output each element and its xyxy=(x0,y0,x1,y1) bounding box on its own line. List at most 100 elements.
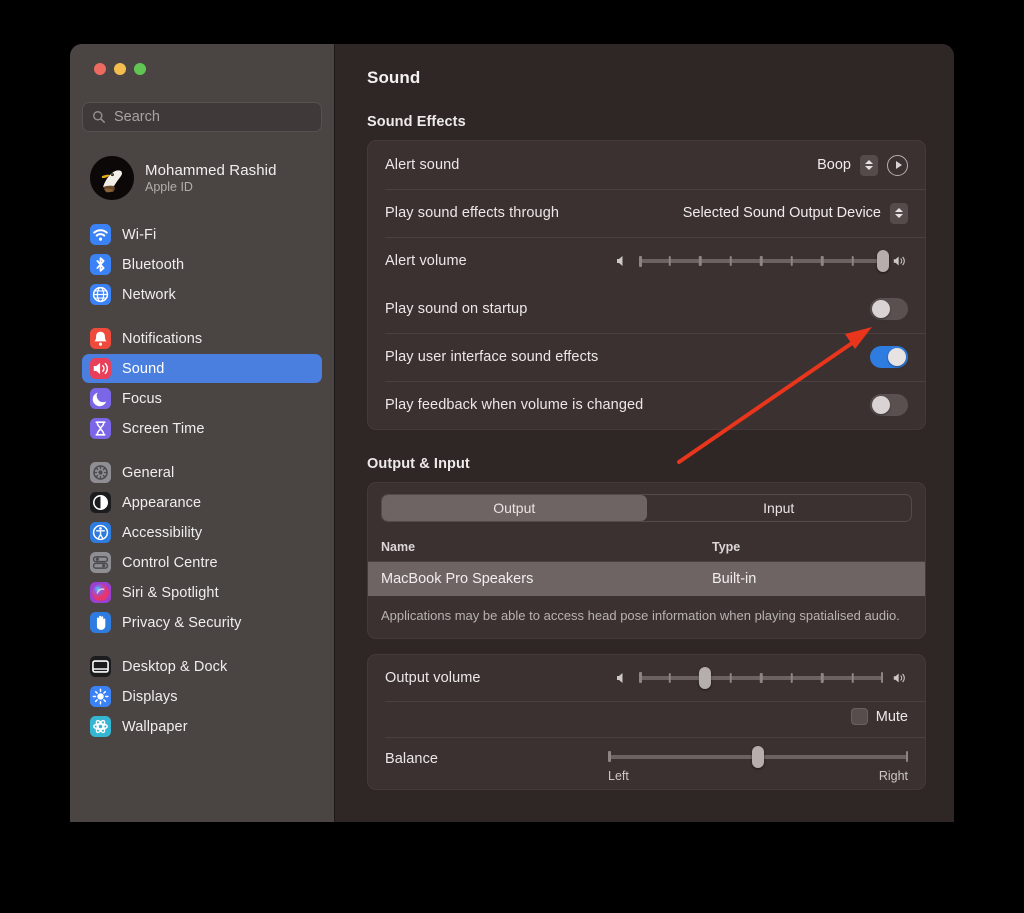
output-controls-card: Output volume Mute Balance Left Right xyxy=(367,653,926,790)
zoom-window-button[interactable] xyxy=(134,63,146,75)
row-control xyxy=(870,394,908,416)
sidebar-nav: Wi-Fi Bluetooth Network Notifications Sound F… xyxy=(82,220,322,741)
device-table-header: Name Type xyxy=(368,531,925,562)
toggle-knob xyxy=(872,300,890,318)
sidebar-item-label: Control Centre xyxy=(122,554,218,571)
sidebar-item-focus[interactable]: Focus xyxy=(82,384,322,413)
alert-sound-popup-button[interactable] xyxy=(860,154,878,176)
sidebar-item-label: Sound xyxy=(122,360,165,377)
sidebar-item-desktop-dock[interactable]: Desktop & Dock xyxy=(82,652,322,681)
alert-volume-slider[interactable] xyxy=(639,250,889,272)
sidebar-item-accessibility[interactable]: Accessibility xyxy=(82,518,322,547)
slider-tick xyxy=(759,672,763,683)
mute-label: Mute xyxy=(875,708,908,725)
sidebar-item-sound[interactable]: Sound xyxy=(82,354,322,383)
slider-cap-left xyxy=(639,672,642,684)
play-feedback-when-volume-is-changed-row: Play feedback when volume is changed xyxy=(368,381,925,429)
row-control xyxy=(870,346,908,368)
profile-subtitle: Apple ID xyxy=(145,180,193,194)
output-volume-slider[interactable] xyxy=(639,666,883,689)
sidebar-item-appearance[interactable]: Appearance xyxy=(82,488,322,517)
sidebar-group-2: General Appearance Accessibility Control Ce… xyxy=(82,458,322,637)
output-volume-row: Output volume xyxy=(368,655,925,701)
balance-left-label: Left xyxy=(608,768,629,783)
search-placeholder: Search xyxy=(114,109,160,125)
output-volume-label: Output volume xyxy=(385,669,481,686)
balance-right-label: Right xyxy=(878,768,908,783)
close-window-button[interactable] xyxy=(94,63,106,75)
search-field[interactable]: Search xyxy=(82,102,322,132)
sidebar-item-label: General xyxy=(122,464,175,481)
minimize-window-button[interactable] xyxy=(114,63,126,75)
sound-effects-heading: Sound Effects xyxy=(367,114,466,130)
sidebar-item-displays[interactable]: Displays xyxy=(82,682,322,711)
spatial-audio-note: Applications may be able to access head … xyxy=(381,608,900,623)
bluetooth-icon xyxy=(90,254,111,275)
sidebar-group-0: Wi-Fi Bluetooth Network xyxy=(82,220,322,309)
slider-tick xyxy=(729,672,732,683)
sidebar-item-network[interactable]: Network xyxy=(82,280,322,309)
sidebar-item-screen-time[interactable]: Screen Time xyxy=(82,414,322,443)
play-feedback-when-volume-is-changed-toggle[interactable] xyxy=(870,394,908,416)
apple-id-profile-item[interactable]: Mohammed Rashid Apple ID xyxy=(82,149,322,207)
sidebar-item-control-centre[interactable]: Control Centre xyxy=(82,548,322,577)
balance-slider[interactable] xyxy=(608,745,908,768)
play-user-interface-sound-effects-toggle[interactable] xyxy=(870,346,908,368)
desktop-dock-icon xyxy=(90,656,111,677)
mute-checkbox[interactable] xyxy=(850,708,868,726)
slider-tick xyxy=(668,672,671,683)
play-sound-on-startup-label: Play sound on startup xyxy=(385,301,528,317)
play-alert-sound-button[interactable] xyxy=(887,154,908,176)
chevron-up-icon xyxy=(865,160,873,164)
sidebar-item-label: Desktop & Dock xyxy=(122,658,228,675)
play-sound-on-startup-row: Play sound on startup xyxy=(368,285,925,333)
sidebar-group-1: Notifications Sound Focus Screen Time xyxy=(82,324,322,443)
slider-thumb[interactable] xyxy=(877,250,889,272)
sidebar-item-privacy-security[interactable]: Privacy & Security xyxy=(82,608,322,637)
tab-input[interactable]: Input xyxy=(647,495,912,521)
balance-row: Balance Left Right xyxy=(368,736,925,789)
slider-tick xyxy=(851,256,854,266)
toggle-knob xyxy=(888,348,906,366)
brightness-icon xyxy=(90,686,111,707)
row-control xyxy=(870,298,908,320)
device-name: MacBook Pro Speakers xyxy=(381,571,534,587)
play-through-row: Play sound effects through Selected Soun… xyxy=(368,189,925,237)
profile-name: Mohammed Rashid xyxy=(145,162,277,179)
window-traffic-lights xyxy=(82,44,322,75)
mute-row: Mute xyxy=(368,700,925,737)
slider-tick xyxy=(790,672,793,683)
play-sound-on-startup-toggle[interactable] xyxy=(870,298,908,320)
toggle-knob xyxy=(872,396,890,414)
device-type: Built-in xyxy=(712,571,757,587)
alert-volume-row: Alert volume xyxy=(368,237,925,285)
sidebar-item-label: Wi-Fi xyxy=(122,226,157,243)
table-row[interactable]: MacBook Pro Speakers Built-in xyxy=(368,562,925,596)
slider-tick xyxy=(820,256,824,266)
bell-icon xyxy=(90,328,111,349)
chevron-down-icon xyxy=(865,166,873,170)
slider-thumb[interactable] xyxy=(752,745,764,768)
sidebar-item-label: Wallpaper xyxy=(122,718,188,735)
tab-output[interactable]: Output xyxy=(382,495,647,521)
slider-thumb[interactable] xyxy=(698,666,711,689)
sidebar-item-label: Accessibility xyxy=(122,524,203,541)
sidebar-item-siri-spotlight[interactable]: Siri & Spotlight xyxy=(82,578,322,607)
speaker-low-icon xyxy=(617,256,623,266)
slider-cap-right xyxy=(880,672,883,684)
accessibility-icon xyxy=(90,522,111,543)
gear-icon xyxy=(90,462,111,483)
alert-sound-value: Boop xyxy=(817,157,851,173)
sidebar-item-general[interactable]: General xyxy=(82,458,322,487)
sidebar-item-wi-fi[interactable]: Wi-Fi xyxy=(82,220,322,249)
speaker-high-icon xyxy=(893,673,905,683)
sidebar-item-label: Notifications xyxy=(122,330,203,347)
chevron-down-icon xyxy=(895,214,903,218)
sidebar-item-label: Focus xyxy=(122,390,162,407)
sidebar-item-wallpaper[interactable]: Wallpaper xyxy=(82,712,322,741)
moon-icon xyxy=(90,388,111,409)
speaker-high-icon xyxy=(893,256,905,266)
sidebar-item-bluetooth[interactable]: Bluetooth xyxy=(82,250,322,279)
play-through-popup-button[interactable] xyxy=(890,202,908,224)
sidebar-item-notifications[interactable]: Notifications xyxy=(82,324,322,353)
